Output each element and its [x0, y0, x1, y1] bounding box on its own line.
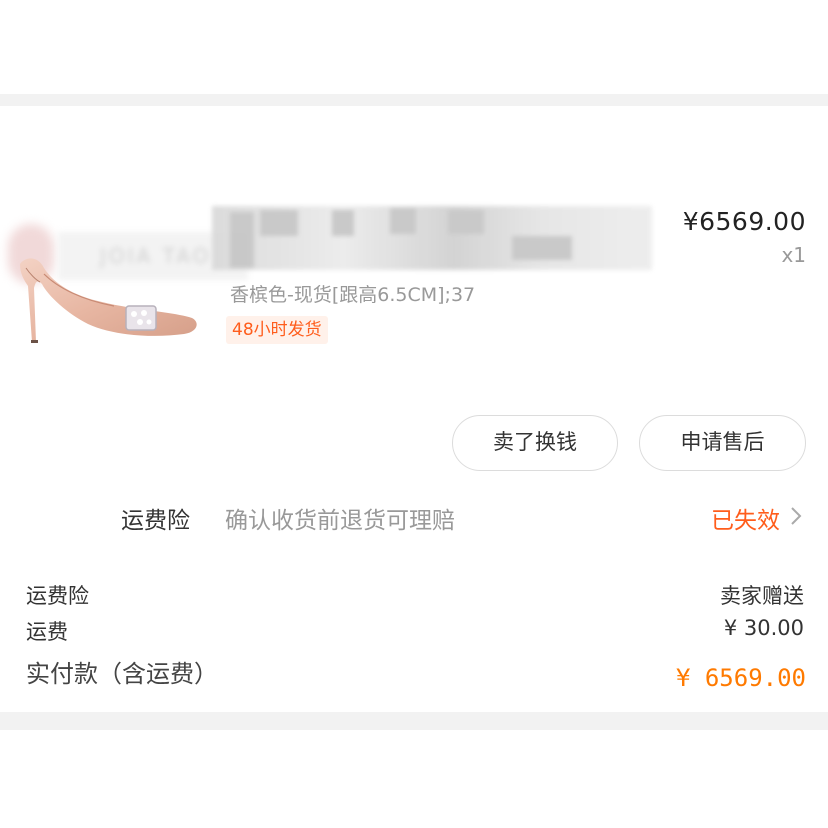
product-spec: 香槟色-现货[跟高6.5CM];37: [230, 284, 476, 306]
summary-shipping-label: 运费: [26, 620, 68, 644]
section-divider: [0, 94, 828, 106]
product-title[interactable]: [212, 206, 652, 270]
insurance-status: 已失效: [711, 508, 780, 534]
shipping-tag: 48小时发货: [226, 316, 328, 344]
summary-insurance-value: 卖家赠送: [720, 584, 804, 608]
insurance-description: 确认收货前退货可理赔: [225, 508, 455, 534]
order-detail-page: JOIA TAO ¥6569.00 x1 香槟色-现货[跟高6.5CM];37 …: [0, 0, 828, 828]
total-paid-label: 实付款（含运费）: [26, 660, 218, 688]
high-heel-shoe-icon: [20, 258, 197, 343]
summary-insurance-label: 运费险: [26, 584, 89, 608]
product-price: ¥6569.00: [682, 207, 806, 236]
summary-shipping-value: ¥ 30.00: [723, 616, 804, 640]
after-sales-button[interactable]: 申请售后: [639, 415, 806, 471]
section-divider: [0, 712, 828, 730]
sell-for-cash-button[interactable]: 卖了换钱: [452, 415, 618, 471]
insurance-title: 运费险: [121, 508, 190, 534]
product-image[interactable]: [14, 244, 204, 374]
shop-header[interactable]: JOIA TAO: [0, 106, 828, 284]
product-quantity: x1: [781, 243, 806, 267]
chevron-right-icon: [791, 507, 802, 525]
total-paid-value: ¥ 6569.00: [675, 664, 806, 692]
